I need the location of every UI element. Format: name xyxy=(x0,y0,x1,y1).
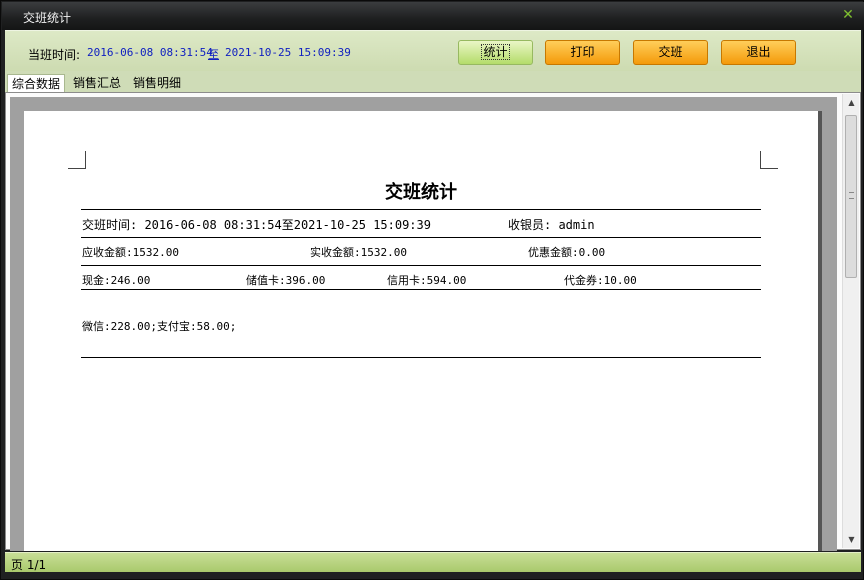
tab-sales-summary[interactable]: 销售汇总 xyxy=(69,74,125,92)
shift-handover-button[interactable]: 交班 xyxy=(633,40,708,65)
page-indicator: 页 1/1 xyxy=(11,558,47,572)
exit-button[interactable]: 退出 xyxy=(721,40,796,65)
divider xyxy=(81,209,761,210)
cashier-text: 收银员: admin xyxy=(508,218,595,232)
shift-time-label: 当班时间: xyxy=(28,48,81,62)
received-amount: 实收金额:1532.00 xyxy=(310,246,407,259)
viewer-canvas: 交班统计 交班时间: 2016-06-08 08:31:54至2021-10-2… xyxy=(10,97,837,551)
shift-stats-window: 交班统计 ✕ 当班时间: 2016-06-08 08:31:54 至 2021-… xyxy=(0,0,864,580)
scroll-up-icon[interactable]: ▲ xyxy=(843,94,860,111)
discount-amount: 优惠金额:0.00 xyxy=(528,246,606,259)
scroll-thumb[interactable] xyxy=(845,115,857,278)
credit-card-amount: 信用卡:594.00 xyxy=(387,274,467,287)
other-payments: 微信:228.00;支付宝:58.00; xyxy=(82,320,237,333)
stats-button[interactable]: 统计 xyxy=(458,40,533,65)
stored-card-amount: 储值卡:396.00 xyxy=(246,274,326,287)
end-time: 2021-10-25 15:09:39 xyxy=(225,46,351,59)
scroll-down-icon[interactable]: ▼ xyxy=(843,531,860,548)
toolbar: 当班时间: 2016-06-08 08:31:54 至 2021-10-25 1… xyxy=(5,30,861,71)
vertical-scrollbar[interactable]: ▲ ▼ xyxy=(842,94,859,548)
divider xyxy=(81,357,761,358)
divider xyxy=(81,237,761,238)
to-label: 至 xyxy=(208,48,219,61)
status-bar: 页 1/1 xyxy=(5,552,861,572)
page-corner-mark xyxy=(68,151,86,169)
cash-amount: 现金:246.00 xyxy=(82,274,151,287)
divider xyxy=(81,289,761,290)
page-corner-mark xyxy=(760,151,778,169)
receivable-amount: 应收金额:1532.00 xyxy=(82,246,179,259)
title-bar: 交班统计 ✕ xyxy=(2,2,864,30)
shift-time-text: 交班时间: 2016-06-08 08:31:54至2021-10-25 15:… xyxy=(82,218,431,232)
tab-bar: 综合数据 销售汇总 销售明细 xyxy=(5,71,861,92)
report-viewer: 交班统计 交班时间: 2016-06-08 08:31:54至2021-10-2… xyxy=(5,92,861,551)
window-title: 交班统计 xyxy=(23,11,72,25)
divider xyxy=(81,265,761,266)
stats-button-label: 统计 xyxy=(481,44,510,60)
close-icon[interactable]: ✕ xyxy=(840,7,856,23)
grip-icon xyxy=(849,192,854,199)
report-page: 交班统计 交班时间: 2016-06-08 08:31:54至2021-10-2… xyxy=(24,111,818,551)
print-button[interactable]: 打印 xyxy=(545,40,620,65)
tab-sales-detail[interactable]: 销售明细 xyxy=(129,74,185,92)
voucher-amount: 代金券:10.00 xyxy=(564,274,637,287)
tab-summary-data[interactable]: 综合数据 xyxy=(7,74,66,92)
start-time: 2016-06-08 08:31:54 xyxy=(87,46,213,59)
report-title: 交班统计 xyxy=(385,182,457,203)
